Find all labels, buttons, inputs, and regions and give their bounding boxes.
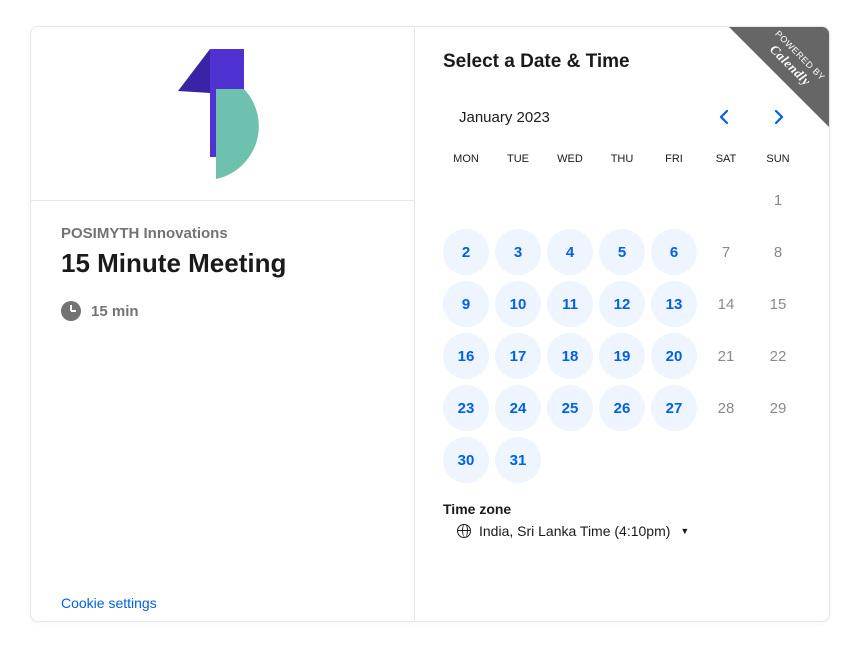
calendar-day-available[interactable]: 23	[443, 385, 489, 431]
calendar-day-available[interactable]: 12	[599, 281, 645, 327]
calendar-day-available[interactable]: 24	[495, 385, 541, 431]
cookie-settings-link[interactable]: Cookie settings	[61, 595, 157, 611]
calendar-day-available[interactable]: 4	[547, 229, 593, 275]
calendar-day-available[interactable]: 6	[651, 229, 697, 275]
calendar-day-available[interactable]: 16	[443, 333, 489, 379]
chevron-left-icon	[719, 110, 728, 124]
organization-name: POSIMYTH Innovations	[61, 225, 384, 242]
calendar-day-unavailable: 21	[703, 333, 749, 379]
left-panel: POSIMYTH Innovations 15 Minute Meeting 1…	[31, 27, 415, 621]
calendar-day-unavailable: 7	[703, 229, 749, 275]
weekday-label: TUE	[495, 145, 541, 173]
scheduler-card: POSIMYTH Innovations 15 Minute Meeting 1…	[30, 26, 830, 622]
logo-area	[31, 27, 414, 201]
weekday-row: MONTUEWEDTHUFRISATSUN	[443, 145, 801, 173]
calendar-day-available[interactable]: 2	[443, 229, 489, 275]
calendar-day-available[interactable]: 25	[547, 385, 593, 431]
calendar-day-available[interactable]: 3	[495, 229, 541, 275]
calendar-day-available[interactable]: 9	[443, 281, 489, 327]
calendar-day-available[interactable]: 17	[495, 333, 541, 379]
meeting-details: POSIMYTH Innovations 15 Minute Meeting 1…	[31, 201, 414, 321]
calendar-day-unavailable: 28	[703, 385, 749, 431]
timezone-selector[interactable]: India, Sri Lanka Time (4:10pm) ▼	[443, 523, 801, 539]
meeting-duration: 15 min	[61, 301, 384, 321]
weekday-label: THU	[599, 145, 645, 173]
calendar-day-unavailable: 1	[755, 177, 801, 223]
calendar-day-available[interactable]: 11	[547, 281, 593, 327]
timezone-value: India, Sri Lanka Time (4:10pm)	[479, 523, 670, 539]
meeting-title: 15 Minute Meeting	[61, 248, 384, 279]
calendar-day-unavailable: 15	[755, 281, 801, 327]
caret-down-icon: ▼	[680, 526, 689, 536]
calendar-day-available[interactable]: 10	[495, 281, 541, 327]
clock-icon	[61, 301, 81, 321]
calendar-day-available[interactable]: 18	[547, 333, 593, 379]
right-panel: POWERED BY Calendly Select a Date & Time…	[415, 27, 829, 621]
calendar-day-available[interactable]: 27	[651, 385, 697, 431]
calendar-day-available[interactable]: 26	[599, 385, 645, 431]
calendar-grid: 1234567891011121314151617181920212223242…	[443, 177, 801, 483]
calendar-day-unavailable: 14	[703, 281, 749, 327]
calendar-day-unavailable: 22	[755, 333, 801, 379]
weekday-label: WED	[547, 145, 593, 173]
weekday-label: FRI	[651, 145, 697, 173]
calendar-day-available[interactable]: 13	[651, 281, 697, 327]
duration-text: 15 min	[91, 303, 139, 320]
calendar-day-unavailable: 29	[755, 385, 801, 431]
calendar-day-available[interactable]: 19	[599, 333, 645, 379]
month-label: January 2023	[459, 109, 550, 126]
weekday-label: SAT	[703, 145, 749, 173]
calendar-day-available[interactable]: 20	[651, 333, 697, 379]
calendar-day-unavailable: 8	[755, 229, 801, 275]
timezone-heading: Time zone	[443, 501, 801, 517]
brand-logo-icon	[168, 49, 278, 179]
weekday-label: MON	[443, 145, 489, 173]
weekday-label: SUN	[755, 145, 801, 173]
calendar-day-available[interactable]: 5	[599, 229, 645, 275]
globe-icon	[457, 524, 471, 538]
calendar-day-available[interactable]: 30	[443, 437, 489, 483]
calendar-day-available[interactable]: 31	[495, 437, 541, 483]
